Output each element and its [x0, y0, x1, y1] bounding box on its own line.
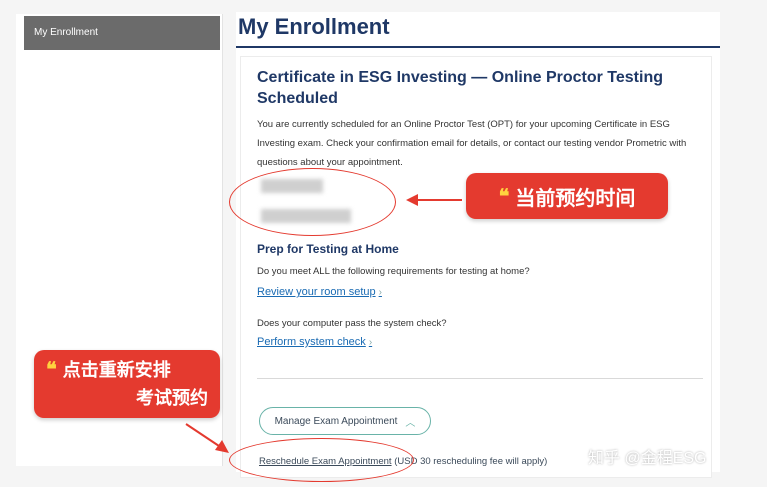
card-description: You are currently scheduled for an Onlin… [257, 119, 687, 168]
perform-system-check-label: Perform system check [257, 336, 366, 348]
current-appointment-callout: ❝ 当前预约时间 [466, 173, 668, 219]
section-divider [257, 378, 703, 379]
manage-exam-appointment-button[interactable]: Manage Exam Appointment ︿ [259, 407, 431, 435]
quote-icon: ❝ [498, 185, 510, 208]
reschedule-callout: ❝ 点击重新安排 考试预约 [34, 350, 220, 418]
appointment-highlight-oval [229, 168, 396, 236]
card-title: Certificate in ESG Investing — Online Pr… [257, 69, 663, 107]
chevron-up-icon: ︿ [405, 417, 416, 429]
main-content: My Enrollment Certificate in ESG Investi… [236, 12, 720, 478]
system-check-question: Does your computer pass the system check… [257, 318, 447, 329]
manage-exam-appointment-label: Manage Exam Appointment [274, 415, 398, 427]
review-room-setup-label: Review your room setup [257, 286, 376, 298]
review-room-setup-link[interactable]: Review your room setup › [257, 286, 382, 298]
requirements-question: Do you meet ALL the following requiremen… [257, 266, 530, 277]
chevron-right-icon: › [368, 337, 373, 348]
reschedule-callout-line2: 考试预约 [136, 388, 208, 408]
perform-system-check-link[interactable]: Perform system check › [257, 336, 372, 348]
chevron-right-icon: › [378, 287, 382, 298]
sidebar-item-my-enrollment[interactable]: My Enrollment [24, 16, 220, 50]
enrollment-card: Certificate in ESG Investing — Online Pr… [240, 56, 712, 478]
prep-section-title: Prep for Testing at Home [257, 242, 399, 256]
reschedule-highlight-oval [229, 438, 414, 482]
screenshot-canvas: My Enrollment My Enrollment Certificate … [0, 0, 767, 487]
page-title: My Enrollment [238, 14, 390, 39]
reschedule-callout-line1: 点击重新安排 [62, 360, 171, 380]
watermark: 知乎 @金程ESG [588, 450, 707, 467]
reschedule-fee-note: (USD 30 rescheduling fee will apply) [394, 456, 548, 467]
quote-icon: ❝ [46, 359, 57, 381]
current-appointment-callout-text: 当前预约时间 [515, 187, 636, 210]
title-divider [236, 46, 720, 48]
